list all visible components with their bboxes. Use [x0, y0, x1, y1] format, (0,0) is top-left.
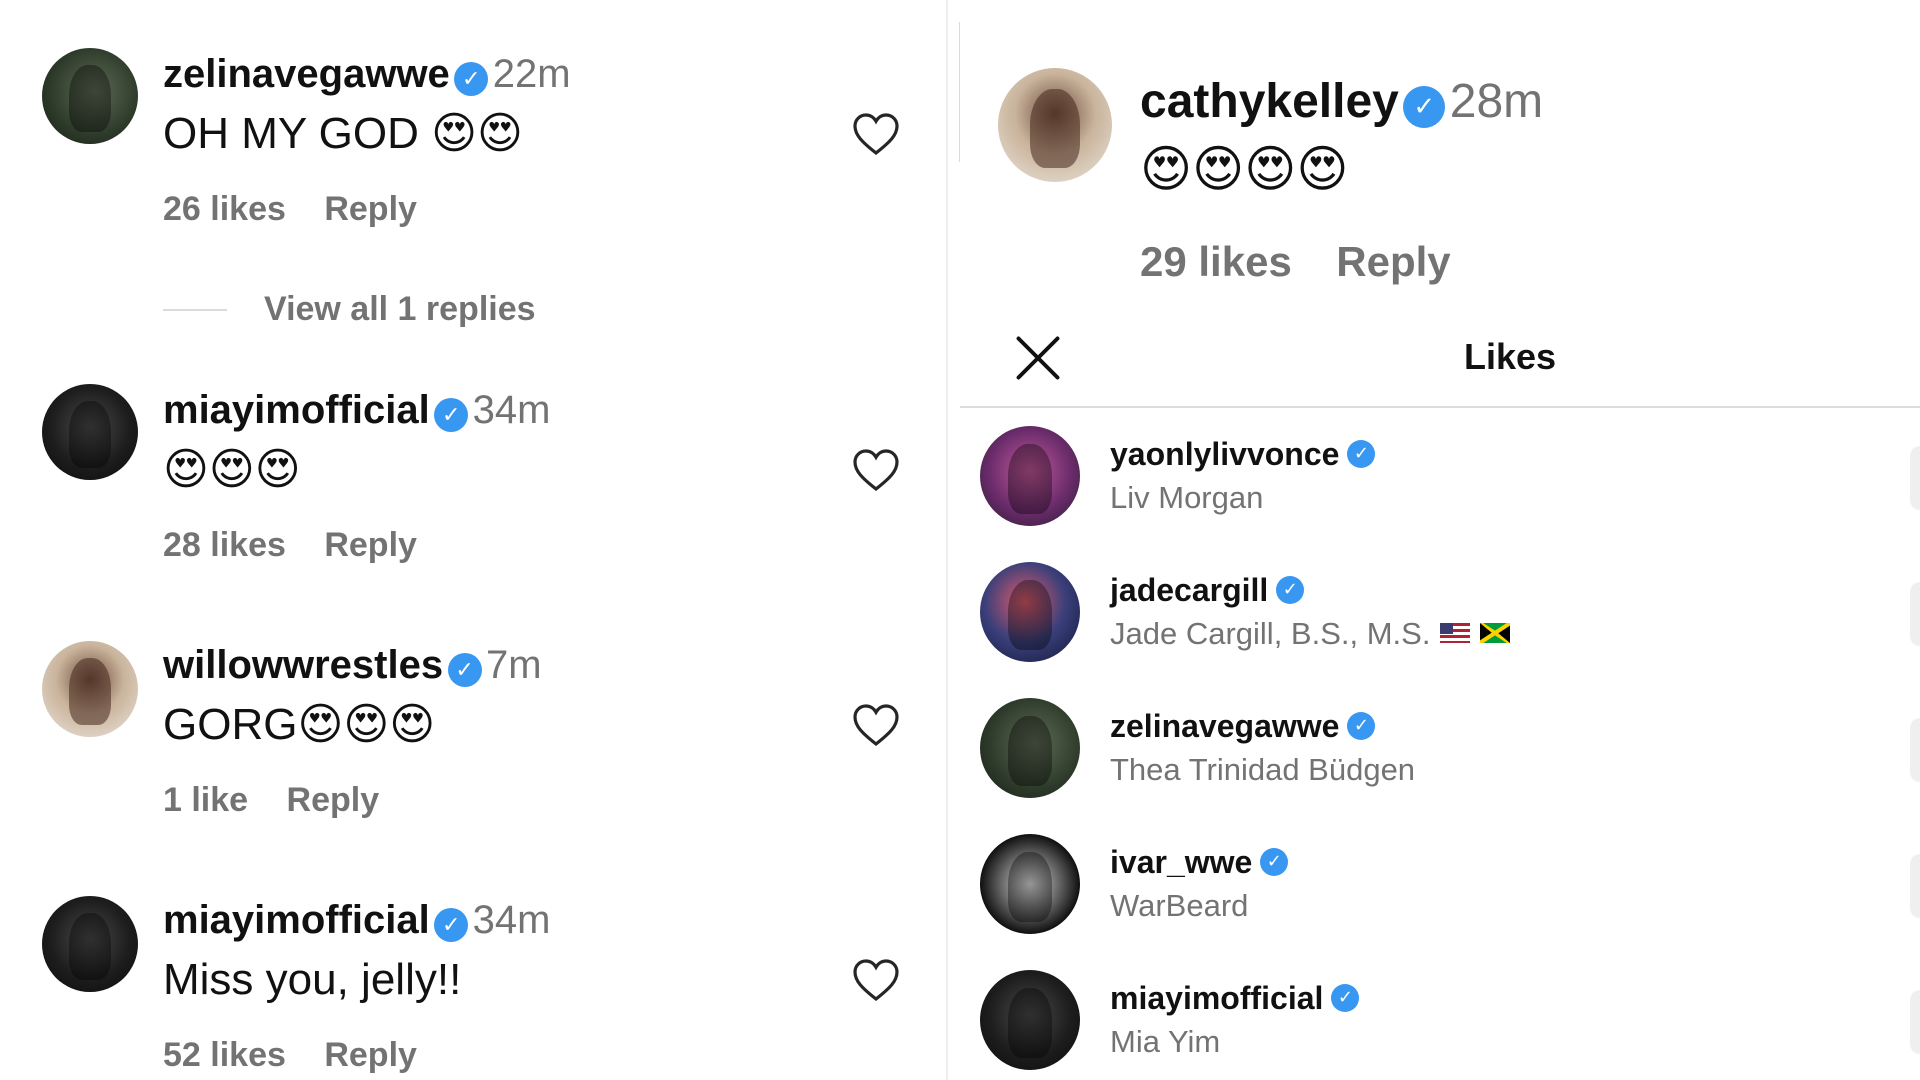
avatar[interactable]	[42, 384, 138, 480]
liker-row[interactable]: jadecargill ✓ Jade Cargill, B.S., M.S.	[960, 544, 1920, 680]
comment-username[interactable]: cathykelley	[1140, 75, 1399, 128]
comments-panel: zelinavegawwe ✓ 22m OH MY GOD 😍😍 26 like…	[0, 0, 946, 1080]
liker-row[interactable]: ivar_wwe ✓ WarBeard	[960, 816, 1920, 952]
comment-item: miayimofficial ✓ 34m 😍😍😍 28 likes Reply	[0, 370, 946, 590]
verified-badge-icon: ✓	[1260, 847, 1289, 876]
reply-button[interactable]: Reply	[324, 1036, 417, 1074]
comment-emojis: 😍😍😍😍	[1140, 140, 1349, 198]
verified-badge-icon: ✓	[454, 61, 489, 96]
comment-text: OH MY GOD	[163, 109, 432, 158]
liker-row[interactable]: yaonlylivvonce ✓ Liv Morgan	[960, 408, 1920, 544]
comment-time: 7m	[486, 643, 542, 687]
comment-username[interactable]: miayimofficial	[163, 388, 430, 432]
verified-badge-icon: ✓	[1403, 85, 1446, 128]
follow-button[interactable]	[1910, 582, 1920, 646]
avatar[interactable]	[980, 562, 1080, 662]
comment-emojis: 😍😍😍	[163, 444, 301, 495]
verified-badge-icon: ✓	[1347, 711, 1376, 740]
replies-line	[163, 309, 227, 311]
avatar[interactable]	[42, 48, 138, 144]
comment-text: Miss you, jelly!!	[163, 955, 462, 1004]
comment-likes-count[interactable]: 52 likes	[163, 1036, 286, 1074]
reply-button[interactable]: Reply	[324, 526, 417, 564]
reply-button[interactable]: Reply	[1336, 238, 1450, 285]
reply-button[interactable]: Reply	[287, 781, 380, 819]
comment-time: 34m	[472, 898, 551, 942]
heart-outline-icon[interactable]	[852, 448, 900, 492]
avatar[interactable]	[980, 834, 1080, 934]
follow-button[interactable]	[1910, 854, 1920, 918]
liker-full-name: Mia Yim	[1110, 1024, 1221, 1059]
liker-username[interactable]: miayimofficial	[1110, 980, 1323, 1016]
heart-outline-icon[interactable]	[852, 958, 900, 1002]
comment-likes-count[interactable]: 29 likes	[1140, 238, 1292, 285]
verified-badge-icon: ✓	[434, 397, 469, 432]
comment-emojis: 😍😍	[431, 108, 523, 159]
comment-item: zelinavegawwe ✓ 22m OH MY GOD 😍😍 26 like…	[0, 0, 946, 330]
panel-divider	[946, 0, 948, 1080]
verified-badge-icon: ✓	[1276, 575, 1305, 604]
comment-likes-count[interactable]: 1 like	[163, 781, 248, 819]
liker-row[interactable]: zelinavegawwe ✓ Thea Trinidad Büdgen	[960, 680, 1920, 816]
avatar[interactable]	[998, 68, 1112, 182]
follow-button[interactable]	[1910, 446, 1920, 510]
us-flag-icon	[1440, 622, 1471, 643]
comment-emojis: 😍😍😍	[297, 699, 436, 750]
comment-likes-count[interactable]: 28 likes	[163, 526, 286, 564]
comment-time: 34m	[472, 388, 551, 432]
avatar[interactable]	[42, 896, 138, 992]
comment-username[interactable]: miayimofficial	[163, 898, 430, 942]
verified-badge-icon: ✓	[447, 652, 482, 687]
avatar[interactable]	[42, 641, 138, 737]
verified-badge-icon: ✓	[434, 907, 469, 942]
likes-title: Likes	[1463, 336, 1557, 377]
comment-likes-count[interactable]: 26 likes	[163, 190, 286, 228]
liker-username[interactable]: ivar_wwe	[1110, 844, 1252, 880]
top-comment: cathykelley ✓ 28m 😍😍😍😍 29 likes Reply	[960, 0, 1920, 310]
comment-text: GORG	[163, 700, 298, 749]
follow-button[interactable]	[1910, 990, 1920, 1054]
avatar[interactable]	[980, 970, 1080, 1070]
comment-item: miayimofficial ✓ 34m Miss you, jelly!! 5…	[0, 880, 946, 1080]
liker-username[interactable]: jadecargill	[1110, 572, 1268, 608]
avatar[interactable]	[980, 426, 1080, 526]
verified-badge-icon: ✓	[1331, 983, 1360, 1012]
liker-full-name: Thea Trinidad Büdgen	[1110, 752, 1416, 787]
heart-outline-icon[interactable]	[852, 703, 900, 747]
comment-username[interactable]: willowwrestles	[163, 643, 443, 687]
comment-username[interactable]: zelinavegawwe	[163, 52, 450, 96]
liker-username[interactable]: zelinavegawwe	[1110, 708, 1339, 744]
liker-full-name: Jade Cargill, B.S., M.S.	[1110, 616, 1431, 651]
follow-button[interactable]	[1910, 718, 1920, 782]
comment-item: willowwrestles ✓ 7m GORG😍😍😍 1 like Reply	[0, 625, 946, 845]
avatar[interactable]	[980, 698, 1080, 798]
liker-full-name: Liv Morgan	[1110, 480, 1264, 515]
jamaica-flag-icon	[1480, 622, 1511, 643]
liker-username[interactable]: yaonlylivvonce	[1110, 436, 1339, 472]
likes-header: Likes	[960, 318, 1920, 406]
liker-full-name: WarBeard	[1110, 888, 1249, 923]
view-replies-button[interactable]: View all 1 replies	[264, 290, 536, 329]
liker-row[interactable]: miayimofficial ✓ Mia Yim	[960, 952, 1920, 1080]
verified-badge-icon: ✓	[1347, 439, 1376, 468]
heart-outline-icon[interactable]	[852, 112, 900, 156]
comment-time: 22m	[492, 52, 571, 96]
reply-button[interactable]: Reply	[324, 190, 417, 228]
comment-time: 28m	[1449, 75, 1544, 128]
